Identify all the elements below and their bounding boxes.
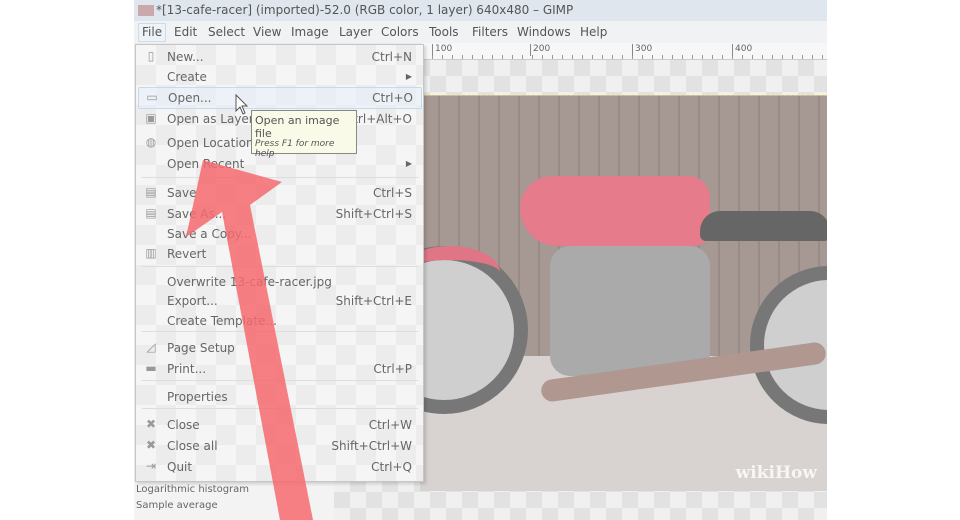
arrow-shape xyxy=(186,160,313,520)
red-arrow-annotation xyxy=(186,93,313,520)
mouse-cursor-icon xyxy=(235,93,249,115)
